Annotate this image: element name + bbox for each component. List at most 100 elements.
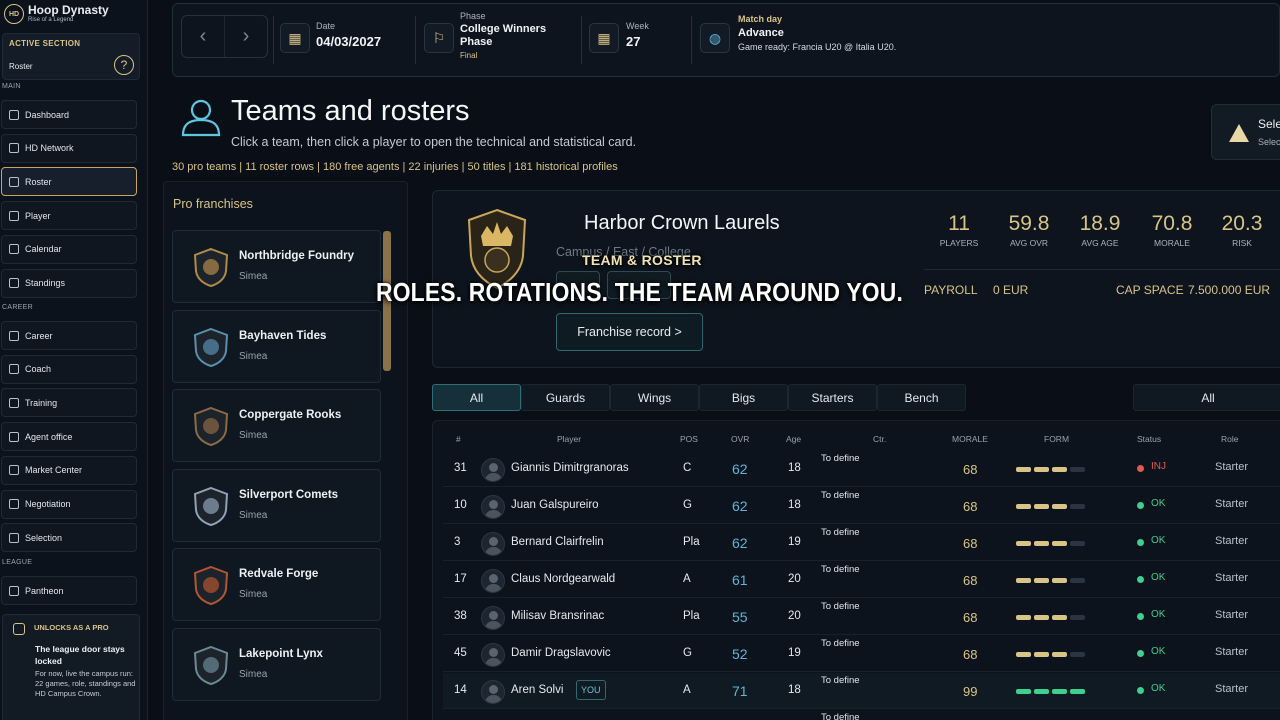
sidebar-item-coach[interactable]: Coach (1, 354, 137, 384)
tab-bigs[interactable]: Bigs (699, 384, 788, 411)
player-position: Pla (683, 610, 700, 622)
sidebar-item-career[interactable]: Career (1, 321, 137, 350)
sidebar-item-label: HD Network (25, 143, 74, 154)
tab-bench[interactable]: Bench (877, 384, 966, 411)
form-pip (1070, 652, 1085, 657)
table-row[interactable]: 31 Giannis Dimitrgranoras C 62 18 To define 68… (443, 451, 1280, 487)
page-subtitle: Click a team, then click a player to ope… (231, 135, 637, 149)
franchise-card[interactable]: Northbridge Foundry Simea (172, 230, 381, 303)
form-pip (1034, 689, 1049, 694)
player-name: Giannis Dimitrgranoras (511, 462, 629, 474)
advance-button[interactable]: Advance (738, 27, 784, 40)
form-pip (1034, 504, 1049, 509)
tab-starters[interactable]: Starters (788, 384, 877, 411)
sidebar-item-label: Negotiation (25, 499, 71, 509)
player-position: A (683, 573, 691, 585)
team-stat-risk: 20.3 RISK (1207, 212, 1277, 248)
sidebar-item-standings[interactable]: Standings (1, 268, 137, 298)
team-stat-label: PLAYERS (939, 238, 979, 248)
franchise-card[interactable]: Bayhaven Tides Simea (172, 309, 381, 383)
unlock-title: The league door stays locked (35, 644, 125, 666)
form-pip (1052, 467, 1067, 472)
selection-warning[interactable]: Sele Selec (1211, 104, 1280, 160)
col-header-ovr: OVR (731, 434, 750, 444)
team-name: Harbor Crown Laurels (584, 212, 780, 234)
sidebar-item-agent-office[interactable]: Agent office (1, 422, 137, 452)
player-age: 18 (788, 499, 801, 511)
tab-all[interactable]: All (432, 384, 521, 411)
flag-icon: ⚐ (424, 23, 454, 53)
table-row[interactable]: 17 Claus Nordgearwald A 61 20 To define 68 OK St… (443, 562, 1280, 598)
table-row[interactable]: To define (443, 710, 1280, 720)
franchise-record-button[interactable]: Franchise record > (556, 313, 703, 351)
form-pip (1052, 541, 1067, 546)
player-morale: 68 (963, 647, 978, 662)
sidebar-item-market-center[interactable]: Market Center (1, 455, 137, 485)
player-role: Starter (1215, 609, 1249, 621)
active-section-value: Roster (9, 62, 33, 71)
sidebar: HD Hoop Dynasty Rise of a Legend ACTIVE … (0, 0, 148, 720)
status-dot-icon (1137, 539, 1144, 546)
franchise-name: Silverport Comets (239, 488, 339, 501)
sidebar-item-calendar[interactable]: Calendar (1, 234, 137, 264)
franchise-card[interactable]: Redvale Forge Simea (172, 548, 381, 621)
jersey-number: 3 (454, 536, 461, 548)
player-position: G (683, 499, 692, 511)
unlock-text: For now, live the campus run: 22 games, … (35, 669, 136, 698)
player-contract: To define (821, 453, 860, 464)
avatar (481, 606, 505, 630)
sidebar-item-player[interactable]: Player (1, 201, 137, 231)
status-dot-icon (1137, 687, 1144, 694)
sidebar-item-selection[interactable]: Selection (1, 523, 137, 553)
payroll-value: 0 EUR (993, 283, 1029, 297)
role-filter-select[interactable]: All (1133, 384, 1280, 411)
form-pip (1034, 541, 1049, 546)
player-position: G (683, 647, 692, 659)
tab-guards[interactable]: Guards (521, 384, 610, 411)
player-age: 18 (788, 684, 801, 696)
brand[interactable]: HD Hoop Dynasty Rise of a Legend (4, 4, 109, 24)
sidebar-item-pantheon[interactable]: Pantheon (1, 576, 137, 605)
sidebar-item-dashboard[interactable]: Dashboard (1, 100, 137, 129)
franchise-card[interactable]: Lakepoint Lynx Simea (172, 627, 381, 701)
globe-icon[interactable]: ◍ (700, 23, 730, 53)
player-name: Aren Solvi (511, 684, 564, 696)
nav-icon (9, 532, 19, 543)
player-status: INJ (1151, 461, 1166, 472)
franchise-card[interactable]: Coppergate Rooks Simea (172, 389, 381, 462)
brand-logo-icon: HD (4, 4, 24, 24)
team-stat-morale: 70.8 MORALE (1137, 212, 1207, 248)
player-age: 20 (788, 610, 801, 622)
player-name: Milisav Bransrinac (511, 610, 605, 622)
form-pip (1070, 578, 1085, 583)
sidebar-item-hd-network[interactable]: HD Network (1, 133, 137, 163)
avatar (481, 643, 505, 667)
col-header-status: Status (1137, 434, 1162, 444)
sidebar-item-roster[interactable]: Roster (1, 167, 137, 197)
table-row[interactable]: 3 Bernard Clairfrelin Pla 62 19 To define 68 OK… (443, 525, 1280, 561)
forward-arrow-icon[interactable]: › (224, 16, 267, 57)
sidebar-item-negotiation[interactable]: Negotiation (1, 489, 137, 519)
tab-wings[interactable]: Wings (610, 384, 699, 411)
player-role: Starter (1215, 498, 1249, 510)
back-arrow-icon[interactable]: ‹ (182, 16, 224, 57)
table-row[interactable]: 14 Aren Solvi YOU A 71 18 To define 99 OK Starter (443, 673, 1280, 709)
sidebar-item-training[interactable]: Training (1, 388, 137, 418)
table-row[interactable]: 10 Juan Galspureiro G 62 18 To define 68 OK Star… (443, 488, 1280, 524)
table-row[interactable]: 45 Damir Dragslavovic G 52 19 To define 68 OK St… (443, 636, 1280, 672)
franchise-region: Simea (239, 350, 268, 362)
sidebar-item-label: Market Center (25, 465, 83, 476)
team-stat-label: AVG AGE (1081, 238, 1119, 248)
player-status: OK (1151, 609, 1166, 620)
nav-icon (9, 143, 19, 154)
player-role: Starter (1215, 572, 1249, 584)
player-ovr: 52 (732, 646, 748, 662)
franchise-card[interactable]: Silverport Comets Simea (172, 468, 381, 542)
form-pip (1052, 504, 1067, 509)
franchise-region: Simea (239, 271, 268, 282)
help-icon[interactable]: ? (114, 55, 134, 75)
franchise-name: Bayhaven Tides (239, 329, 327, 342)
status-dot-icon (1137, 576, 1144, 583)
table-row[interactable]: 38 Milisav Bransrinac Pla 55 20 To define 68 OK… (443, 599, 1280, 635)
player-morale: 68 (963, 536, 978, 551)
